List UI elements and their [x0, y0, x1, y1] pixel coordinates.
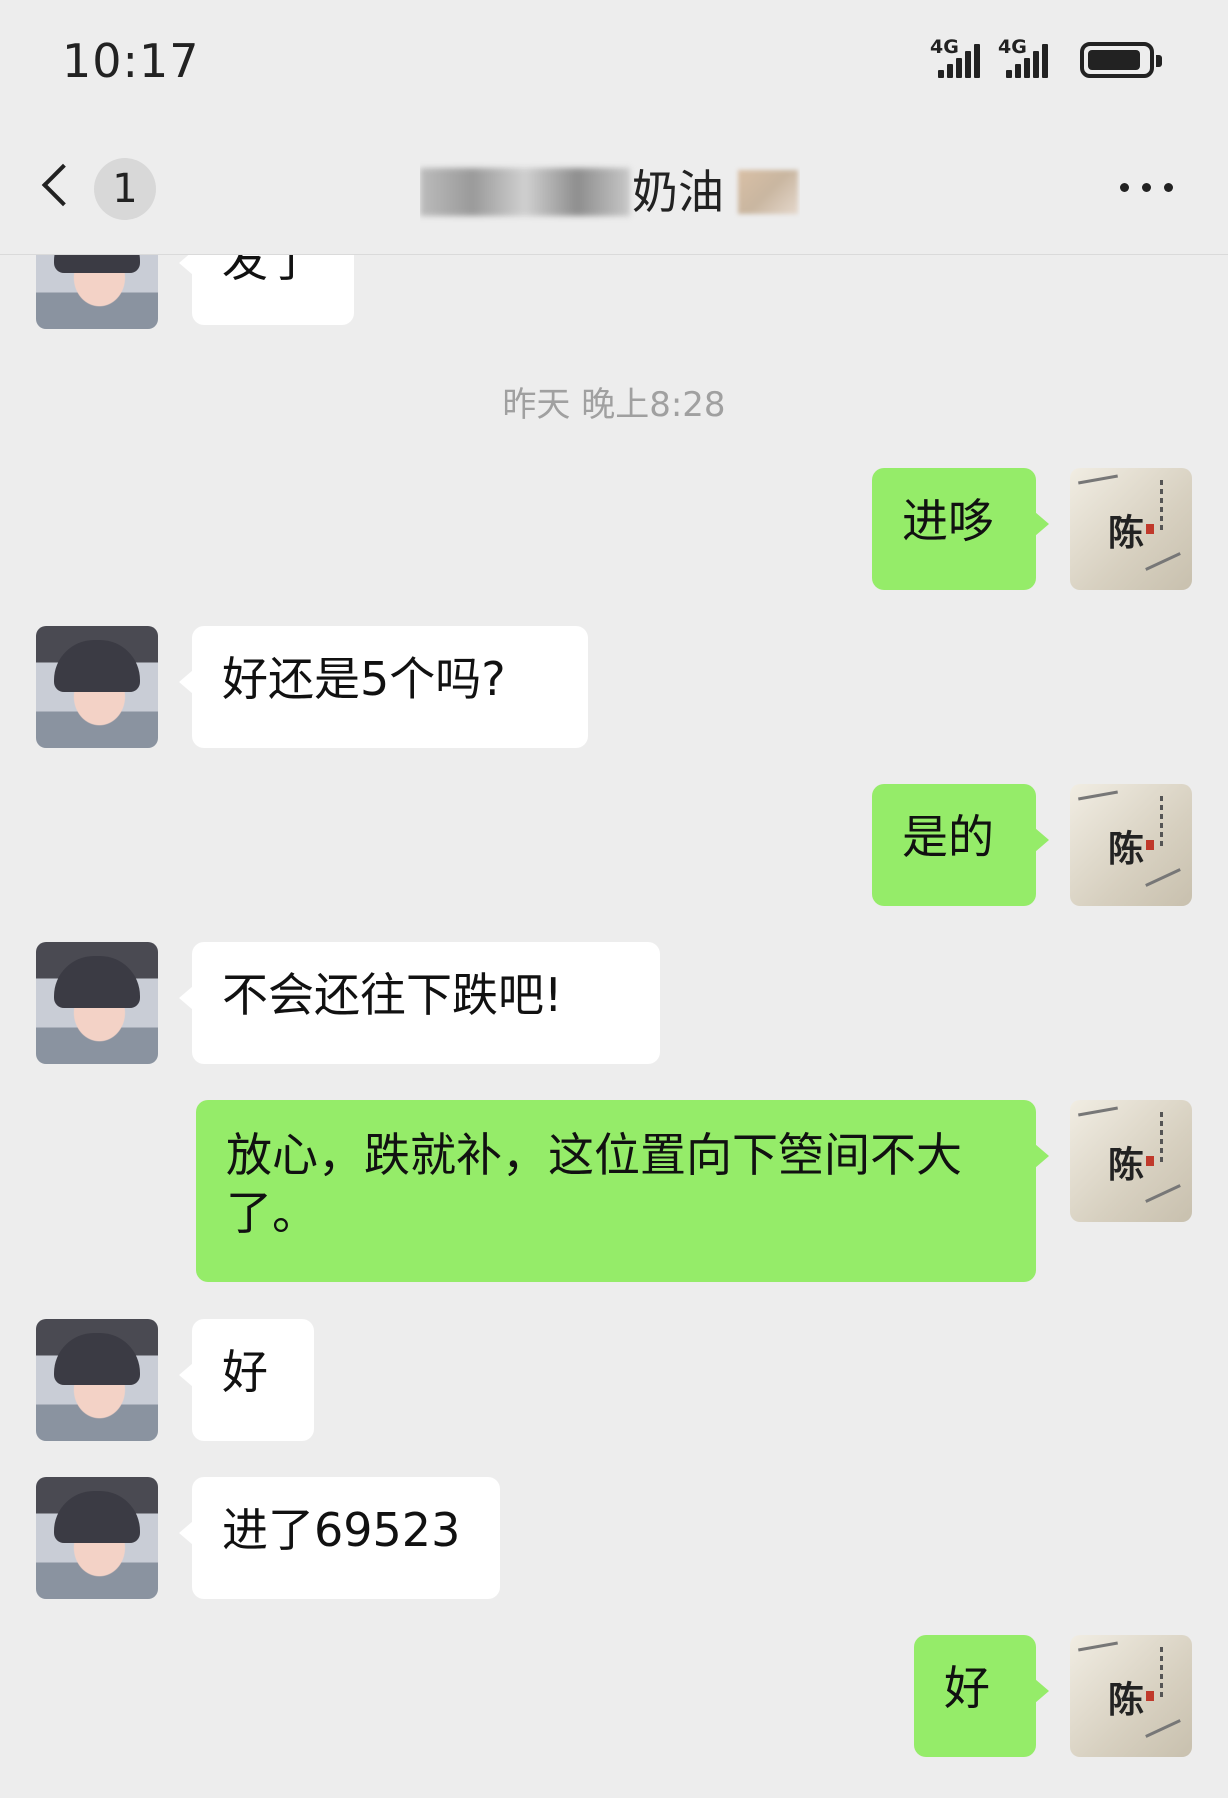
more-options-icon[interactable]	[1118, 178, 1178, 198]
incoming-message[interactable]: 进了69523	[179, 1477, 500, 1599]
redacted-title-blur-2	[738, 170, 798, 214]
signal-strength-icon: 4G	[930, 38, 992, 82]
contact-avatar[interactable]	[36, 942, 158, 1064]
status-time: 10:17	[62, 34, 200, 88]
message-list: 发了 昨天 晚上8:28 进哆 陈 好还是5个吗? 是的 陈 不会还往下跌吧! …	[0, 255, 1228, 1798]
outgoing-message[interactable]: 进哆	[872, 468, 1049, 590]
incoming-message[interactable]: 发了	[179, 255, 354, 325]
message-timestamp: 昨天 晚上8:28	[502, 385, 726, 425]
contact-avatar[interactable]	[36, 626, 158, 748]
incoming-message[interactable]: 好	[179, 1319, 314, 1441]
contact-avatar[interactable]	[36, 1319, 158, 1441]
battery-icon	[1080, 42, 1162, 78]
my-avatar[interactable]: 陈	[1070, 1100, 1192, 1222]
chat-title-text: 奶油	[632, 165, 724, 219]
redacted-title-blur	[420, 168, 630, 216]
outgoing-message[interactable]: 放心，跌就补，这位置向下箜间不大了。	[196, 1100, 1049, 1282]
outgoing-message[interactable]: 好	[914, 1635, 1049, 1757]
incoming-message[interactable]: 不会还往下跌吧!	[179, 942, 660, 1064]
my-avatar[interactable]: 陈	[1070, 468, 1192, 590]
incoming-message[interactable]: 好还是5个吗?	[179, 626, 588, 748]
outgoing-message[interactable]: 是的	[872, 784, 1049, 906]
back-arrow-icon[interactable]	[38, 158, 78, 214]
contact-avatar[interactable]	[36, 255, 158, 329]
signal-strength-icon-2: 4G	[998, 38, 1060, 82]
chat-title: 奶油	[420, 160, 800, 224]
chat-header: 1 奶油	[0, 118, 1228, 255]
my-avatar[interactable]: 陈	[1070, 784, 1192, 906]
status-bar: 10:17 4G 4G	[0, 0, 1228, 118]
unread-count-badge[interactable]: 1	[94, 158, 156, 220]
my-avatar[interactable]: 陈	[1070, 1635, 1192, 1757]
contact-avatar[interactable]	[36, 1477, 158, 1599]
